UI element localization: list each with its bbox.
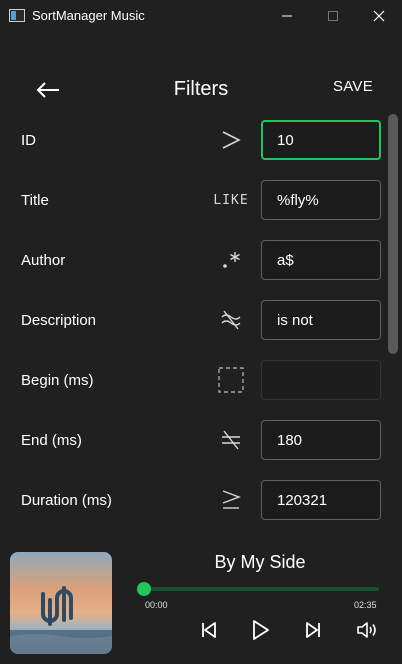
filter-row-title: Title LIKE [0, 170, 386, 230]
save-button[interactable]: SAVE [330, 78, 376, 95]
operator-button[interactable] [211, 126, 251, 154]
scrollbar[interactable] [386, 110, 402, 524]
no-operator-icon [218, 367, 244, 393]
filter-value-input[interactable] [261, 360, 381, 400]
progress-knob[interactable] [137, 582, 151, 596]
progress-slider[interactable] [144, 587, 379, 591]
filter-value-input[interactable] [261, 420, 381, 460]
filter-row-end: End (ms) [0, 410, 386, 470]
operator-button[interactable] [211, 426, 251, 454]
filter-label: Duration (ms) [21, 492, 112, 509]
filters-page: Filters SAVE ID Title LIKE Author [0, 32, 402, 664]
operator-button[interactable] [211, 246, 251, 274]
filter-label: Author [21, 252, 66, 269]
filter-label: Begin (ms) [21, 372, 94, 389]
next-button[interactable] [298, 616, 328, 644]
filter-row-author: Author [0, 230, 386, 290]
filter-label: Description [21, 312, 97, 329]
filter-row-begin: Begin (ms) [0, 350, 386, 410]
filter-row-duration: Duration (ms) [0, 470, 386, 524]
scrollbar-thumb[interactable] [388, 114, 398, 354]
elapsed-time: 00:00 [145, 600, 168, 610]
filter-value-input[interactable] [261, 120, 381, 160]
window-title: SortManager Music [32, 8, 145, 23]
total-time: 02:35 [354, 600, 377, 610]
filter-row-description: Description [0, 290, 386, 350]
not-like-icon [221, 310, 241, 330]
player-bar: By My Side 00:00 02:35 [0, 524, 402, 664]
filter-label: End (ms) [21, 432, 82, 449]
regex-icon [223, 252, 240, 268]
not-equal-icon [222, 430, 240, 450]
maximize-button[interactable] [310, 0, 356, 32]
filter-value-input[interactable] [261, 300, 381, 340]
filter-label: Title [21, 192, 49, 209]
greater-or-equal-icon [222, 490, 241, 509]
filter-value-input[interactable] [261, 480, 381, 520]
operator-button[interactable] [211, 306, 251, 334]
play-icon [253, 620, 269, 640]
close-icon [373, 10, 385, 22]
close-button[interactable] [356, 0, 402, 32]
greater-than-icon [222, 131, 241, 149]
filter-form: ID Title LIKE Author [0, 110, 386, 524]
play-button[interactable] [246, 616, 276, 644]
album-art-image [10, 552, 112, 654]
volume-icon [357, 622, 376, 638]
like-operator-label: LIKE [213, 192, 249, 208]
album-cover [10, 552, 112, 654]
skip-next-icon [306, 622, 320, 638]
minimize-button[interactable] [264, 0, 310, 32]
previous-button[interactable] [194, 616, 224, 644]
operator-button[interactable]: LIKE [211, 186, 251, 214]
operator-button[interactable] [211, 486, 251, 514]
filter-value-input[interactable] [261, 240, 381, 280]
maximize-icon [328, 11, 338, 21]
volume-button[interactable] [352, 616, 382, 644]
operator-button[interactable] [211, 366, 251, 394]
title-bar: SortManager Music [0, 0, 402, 32]
app-icon [9, 9, 25, 22]
skip-previous-icon [202, 622, 216, 638]
filter-label: ID [21, 132, 36, 149]
minimize-icon [282, 15, 292, 17]
filter-value-input[interactable] [261, 180, 381, 220]
filter-row-id: ID [0, 110, 386, 170]
song-title: By My Side [214, 552, 306, 572]
